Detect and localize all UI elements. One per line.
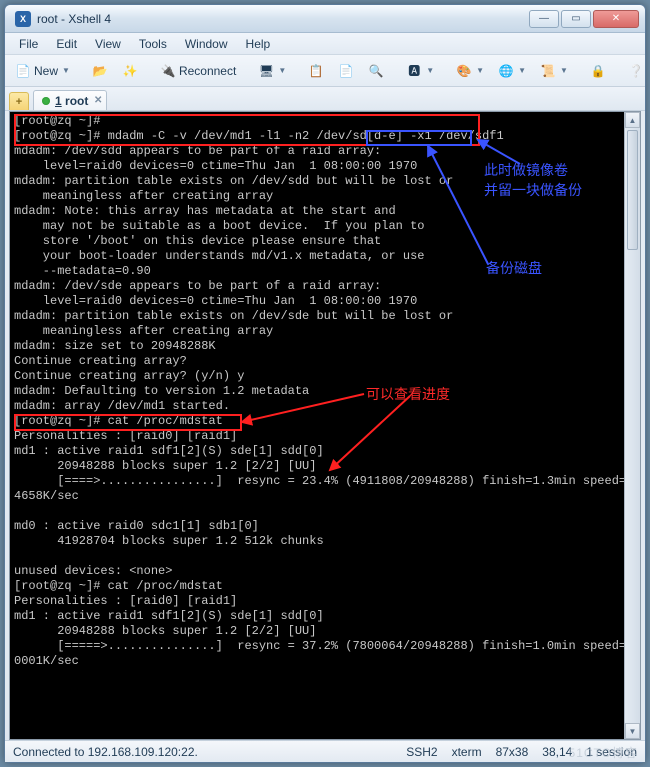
- globe-icon: 🌐: [498, 63, 514, 79]
- toolbar: 📄 New ▼ 📂 ✨ 🔌 Reconnect 🖥▼ 📋 📄 🔍 🅰▼ 🎨▼ 🌐…: [5, 55, 645, 87]
- properties-button[interactable]: 🖥▼: [252, 59, 292, 83]
- terminal-pane: [root@zq ~]# [root@zq ~]# mdadm -C -v /d…: [9, 111, 641, 740]
- find-button[interactable]: 🔍: [362, 59, 390, 83]
- copy-button[interactable]: 📋: [302, 59, 330, 83]
- question-icon: ❔: [628, 63, 644, 79]
- new-icon: 📄: [15, 63, 31, 79]
- paste-icon: 📄: [338, 63, 354, 79]
- close-button[interactable]: ✕: [593, 10, 639, 28]
- window-title: root - Xshell 4: [37, 12, 529, 26]
- chevron-down-icon: ▼: [476, 66, 484, 75]
- statusbar: Connected to 192.168.109.120:22. SSH2 xt…: [5, 740, 645, 762]
- scroll-down-button[interactable]: ▼: [625, 723, 640, 739]
- plug-icon: 🔌: [160, 63, 176, 79]
- new-label: New: [34, 64, 58, 78]
- reconnect-button[interactable]: 🔌 Reconnect: [154, 59, 242, 83]
- annotation-mirror: 此时做镜像卷 并留一块做备份: [484, 160, 582, 200]
- scrollbar[interactable]: ▲ ▼: [624, 112, 640, 739]
- menubar: File Edit View Tools Window Help: [5, 33, 645, 55]
- plus-icon: +: [16, 96, 22, 108]
- palette-icon: 🎨: [456, 63, 472, 79]
- favorite-button[interactable]: ✨: [116, 59, 144, 83]
- copy-icon: 📋: [308, 63, 324, 79]
- tabbar: + 1 root ✕: [5, 87, 645, 111]
- titlebar: X root - Xshell 4 — ▭ ✕: [5, 5, 645, 33]
- monitor-icon: 🖥: [258, 63, 274, 79]
- color-button[interactable]: 🎨▼: [450, 59, 490, 83]
- scroll-thumb[interactable]: [627, 130, 638, 250]
- maximize-button[interactable]: ▭: [561, 10, 591, 28]
- app-window: X root - Xshell 4 — ▭ ✕ File Edit View T…: [4, 4, 646, 763]
- chevron-down-icon: ▼: [518, 66, 526, 75]
- menu-view[interactable]: View: [87, 35, 129, 53]
- status-led-icon: [42, 97, 50, 105]
- terminal-output[interactable]: [root@zq ~]# [root@zq ~]# mdadm -C -v /d…: [10, 112, 624, 739]
- window-controls: — ▭ ✕: [529, 10, 639, 28]
- add-tab-button[interactable]: +: [9, 92, 29, 110]
- tab-label: 1 root: [55, 94, 88, 108]
- annotation-progress: 可以查看进度: [366, 384, 450, 404]
- lock-button[interactable]: 🔒: [584, 59, 612, 83]
- script-button[interactable]: 📜▼: [534, 59, 574, 83]
- tab-session[interactable]: 1 root ✕: [33, 90, 107, 110]
- scroll-up-button[interactable]: ▲: [625, 112, 640, 128]
- help-button[interactable]: ❔: [622, 59, 650, 83]
- open-button[interactable]: 📂: [86, 59, 114, 83]
- menu-edit[interactable]: Edit: [48, 35, 85, 53]
- status-termtype: xterm: [452, 745, 482, 759]
- menu-help[interactable]: Help: [238, 35, 279, 53]
- minimize-button[interactable]: —: [529, 10, 559, 28]
- chevron-down-icon: ▼: [560, 66, 568, 75]
- folder-icon: 📂: [92, 63, 108, 79]
- chevron-down-icon: ▼: [62, 66, 70, 75]
- reconnect-label: Reconnect: [179, 64, 236, 78]
- paste-button[interactable]: 📄: [332, 59, 360, 83]
- font-icon: 🅰: [406, 63, 422, 79]
- star-icon: ✨: [122, 63, 138, 79]
- script-icon: 📜: [540, 63, 556, 79]
- status-connected: Connected to 192.168.109.120:22.: [13, 745, 198, 759]
- status-proto: SSH2: [406, 745, 437, 759]
- transfer-button[interactable]: 🌐▼: [492, 59, 532, 83]
- chevron-down-icon: ▼: [278, 66, 286, 75]
- menu-window[interactable]: Window: [177, 35, 236, 53]
- status-size: 87x38: [496, 745, 529, 759]
- chevron-down-icon: ▼: [426, 66, 434, 75]
- close-tab-icon[interactable]: ✕: [94, 95, 102, 106]
- search-icon: 🔍: [368, 63, 384, 79]
- menu-file[interactable]: File: [11, 35, 46, 53]
- menu-tools[interactable]: Tools: [131, 35, 175, 53]
- app-icon: X: [15, 11, 31, 27]
- new-session-button[interactable]: 📄 New ▼: [9, 59, 76, 83]
- lock-icon: 🔒: [590, 63, 606, 79]
- watermark: 51CTO博客: [569, 744, 638, 761]
- font-button[interactable]: 🅰▼: [400, 59, 440, 83]
- annotation-backup-disk: 备份磁盘: [486, 258, 542, 278]
